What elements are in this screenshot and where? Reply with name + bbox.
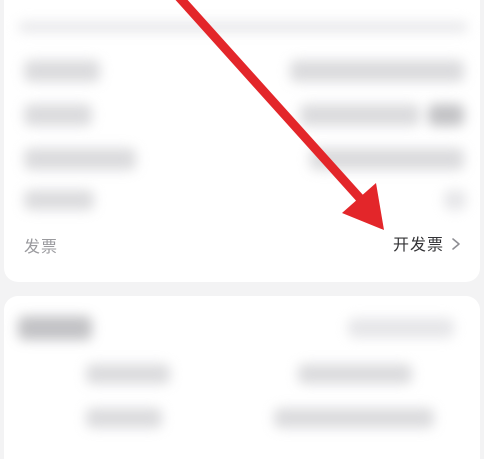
blurred-item xyxy=(298,364,412,384)
blurred-item xyxy=(86,408,162,428)
blurred-value xyxy=(300,104,420,126)
blurred-item xyxy=(86,364,170,384)
blurred-value xyxy=(290,60,464,82)
order-info-card: 发票 开发票 xyxy=(4,0,480,282)
invoice-row: 发票 开发票 xyxy=(4,224,480,264)
blurred-item xyxy=(274,408,434,428)
issue-invoice-label: 开发票 xyxy=(392,235,444,254)
chevron-right-icon xyxy=(450,236,462,250)
blurred-section-title xyxy=(18,316,92,340)
blurred-label xyxy=(24,104,92,126)
order-detail-page: 发票 开发票 xyxy=(0,0,484,459)
blurred-copy-button xyxy=(428,104,464,126)
invoice-label: 发票 xyxy=(24,237,59,256)
issue-invoice-button[interactable]: 开发票 xyxy=(393,231,462,255)
blurred-label xyxy=(24,148,136,170)
blurred-value xyxy=(444,190,466,210)
blurred-divider xyxy=(18,22,468,32)
secondary-card xyxy=(4,296,480,459)
blurred-label xyxy=(24,190,94,210)
blurred-section-link xyxy=(348,318,454,338)
blurred-label xyxy=(24,60,100,82)
blurred-value xyxy=(310,148,464,170)
